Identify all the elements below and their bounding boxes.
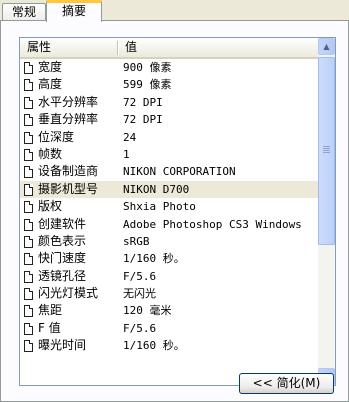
vertical-scrollbar[interactable]: ▲ ▼ <box>318 38 335 385</box>
property-name: F 值 <box>38 320 61 335</box>
property-name: 帧数 <box>38 146 63 161</box>
property-name: 设备制造商 <box>38 164 99 179</box>
document-icon <box>24 183 33 196</box>
property-value: 24 <box>123 130 137 144</box>
list-item[interactable]: 快门速度 1/160 秒。 <box>20 250 318 267</box>
property-value: 599 像素 <box>123 78 172 92</box>
property-value: 900 像素 <box>123 61 172 74</box>
document-icon <box>24 201 33 214</box>
property-name: 水平分辨率 <box>38 94 99 109</box>
document-icon <box>24 340 33 353</box>
grip-line <box>323 150 330 151</box>
property-value: 120 毫米 <box>123 304 172 318</box>
property-value: Shxia Photo <box>123 200 196 214</box>
list-rows: 宽度 900 像素高度 599 像素水平分辨率 72 DPI 垂直分辨率 72 DPI 位深… <box>20 59 318 355</box>
document-icon <box>24 288 33 301</box>
tab-strip: 常规 摘要 <box>0 0 349 22</box>
property-name: 闪光灯模式 <box>38 286 99 301</box>
property-name: 颜色表示 <box>38 233 87 248</box>
property-name: 焦距 <box>38 303 63 318</box>
document-icon <box>24 62 33 74</box>
scroll-thumb[interactable] <box>318 57 335 245</box>
property-name: 透镜孔径 <box>38 268 87 283</box>
column-header-property[interactable]: 属性 <box>20 38 118 57</box>
tab-summary[interactable]: 摘要 <box>46 0 102 22</box>
property-name: 宽度 <box>38 60 63 74</box>
document-icon <box>24 96 33 109</box>
document-icon <box>24 114 33 127</box>
list-item[interactable]: 垂直分辨率 72 DPI <box>20 111 318 128</box>
property-value: 1/160 秒。 <box>123 252 185 266</box>
properties-list[interactable]: 属性 值 宽度 900 像素高度 599 像素水平分辨率 72 DPI 垂直分辨率 72 … <box>19 37 336 386</box>
property-value: 1/160 秒。 <box>123 339 185 353</box>
list-item[interactable]: 水平分辨率 72 DPI <box>20 94 318 111</box>
property-name: 高度 <box>38 77 63 92</box>
grip-line <box>323 146 330 147</box>
document-icon <box>24 322 33 335</box>
scroll-up-button[interactable]: ▲ <box>318 38 335 55</box>
property-value: F/5.6 <box>123 269 157 283</box>
property-name: 创建软件 <box>38 216 87 231</box>
property-value: 72 DPI <box>123 95 163 109</box>
list-item[interactable]: 位深度 24 <box>20 129 318 146</box>
property-name: 曝光时间 <box>38 338 87 353</box>
list-item[interactable]: 版权 Shxia Photo <box>20 198 318 215</box>
list-item[interactable]: 曝光时间 1/160 秒。 <box>20 337 318 354</box>
simplify-button[interactable]: << 简化(M) <box>239 373 334 394</box>
property-value: F/5.6 <box>123 321 157 335</box>
document-icon <box>24 131 33 144</box>
document-icon <box>24 148 33 161</box>
document-icon <box>24 305 33 318</box>
property-value: sRGB <box>123 234 150 248</box>
property-value: NIKON D700 <box>123 182 190 196</box>
property-name: 版权 <box>38 199 63 214</box>
summary-panel: 属性 值 宽度 900 像素高度 599 像素水平分辨率 72 DPI 垂直分辨率 72 … <box>0 20 349 402</box>
document-icon <box>24 79 33 92</box>
list-item[interactable]: 焦距 120 毫米 <box>20 302 318 319</box>
document-icon <box>24 218 33 231</box>
list-item[interactable]: 设备制造商 NIKON CORPORATION <box>20 163 318 180</box>
list-item[interactable]: 颜色表示 sRGB <box>20 233 318 250</box>
document-icon <box>24 270 33 283</box>
list-item[interactable]: F 值 F/5.6 <box>20 320 318 337</box>
property-name: 快门速度 <box>38 251 87 266</box>
property-value: Adobe Photoshop CS3 Windows <box>123 217 302 231</box>
tab-general[interactable]: 常规 <box>2 3 46 21</box>
document-icon <box>24 235 33 248</box>
list-item[interactable]: 创建软件 Adobe Photoshop CS3 Windows <box>20 216 318 233</box>
property-name: 摄影机型号 <box>38 181 99 196</box>
property-name: 位深度 <box>38 129 75 144</box>
grip-line <box>323 152 330 153</box>
grip-line <box>323 148 330 149</box>
list-item[interactable]: 帧数 1 <box>20 146 318 163</box>
list-item[interactable]: 摄影机型号 NIKON D700 <box>20 180 318 199</box>
column-header-value[interactable]: 值 <box>118 38 318 57</box>
document-icon <box>24 253 33 266</box>
list-header: 属性 值 <box>20 38 318 59</box>
list-item[interactable]: 闪光灯模式 无闪光 <box>20 285 318 302</box>
property-value: 1 <box>123 147 130 161</box>
document-icon <box>24 166 33 179</box>
property-value: NIKON CORPORATION <box>123 165 236 179</box>
list-item[interactable]: 透镜孔径 F/5.6 <box>20 268 318 285</box>
property-value: 无闪光 <box>123 287 156 301</box>
property-name: 垂直分辨率 <box>38 112 99 127</box>
list-item[interactable]: 高度 599 像素 <box>20 76 318 93</box>
property-value: 72 DPI <box>123 113 163 127</box>
list-item[interactable]: 宽度 900 像素 <box>20 59 318 76</box>
